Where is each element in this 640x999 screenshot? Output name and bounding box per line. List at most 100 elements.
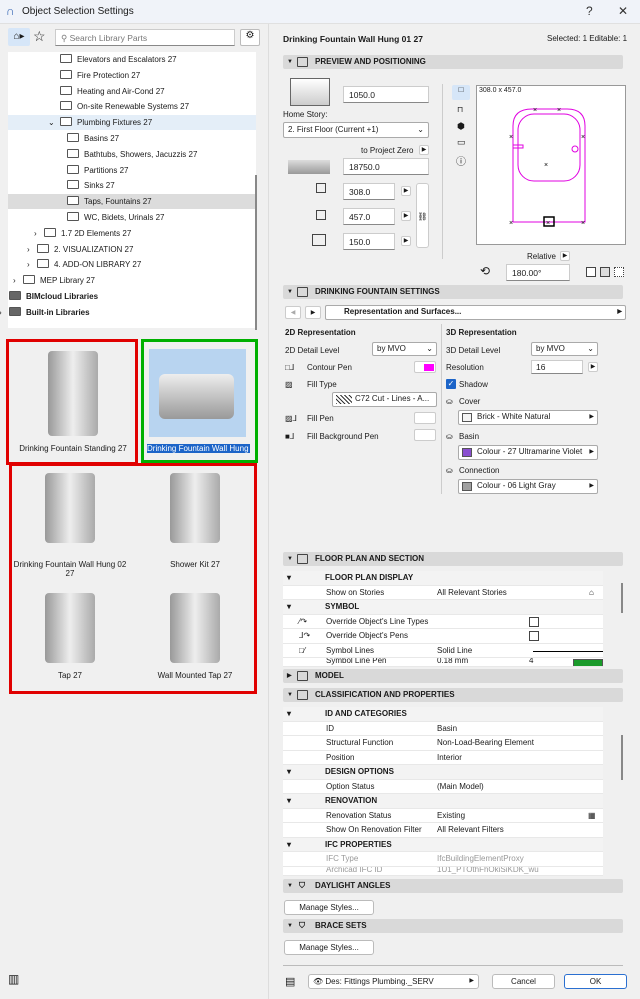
tree-item[interactable]: Heating and Air-Cond 27 [8,84,256,99]
tree-item[interactable]: Basins 27 [8,131,256,146]
help-button[interactable]: ? [586,4,593,18]
group-renovation[interactable]: ▾ RENOVATION [283,794,603,809]
row-override-pens[interactable]: ⅃↷ Override Object's Pens [283,629,603,644]
preview-section-header[interactable]: ▼ PREVIEW AND POSITIONING [283,55,623,69]
floor-plan-section-header[interactable]: ▼ FLOOR PLAN AND SECTION [283,552,623,566]
property-row[interactable]: Position Interior [283,750,603,765]
row-renovation-status[interactable]: Renovation Status Existing ▦ [283,808,603,823]
thumbnail-item[interactable]: Drinking Fountain Wall Hung 01 27 [143,341,258,463]
model-section-header[interactable]: ▶ MODEL [283,669,623,683]
favorites-star-icon[interactable]: ☆ [33,28,46,45]
width-arrow-button[interactable]: ▶ [401,186,411,196]
row-ifc-type[interactable]: IFC Type IfcBuildingElementProxy [283,852,603,867]
tree-item[interactable]: Taps, Fountains 27 [8,194,256,210]
row-symbol-line-pen[interactable]: Symbol Line Pen 0.18 mm 4 [283,658,603,667]
elevation-view-icon[interactable]: ▭ [457,137,466,148]
depth-input[interactable]: 457.0 [343,208,395,225]
symbol-pen-swatch[interactable] [573,659,603,666]
width-input[interactable]: 308.0 [343,183,395,200]
panel-divider[interactable] [268,24,269,999]
shadow-checkbox[interactable]: ✓ [446,379,456,389]
tree-item[interactable]: Elevators and Escalators 27 [8,52,256,67]
preview-canvas[interactable]: 308.0 x 457.0 × × × × × × × × [476,85,626,245]
close-button[interactable]: ✕ [618,4,628,18]
group-design-options[interactable]: ▾ DESIGN OPTIONS [283,765,603,780]
thumbnail-item[interactable]: Drinking Fountain Wall Hung 02 27 [10,465,130,585]
contour-pen-swatch[interactable] [414,361,436,373]
thumbnail-item[interactable]: Drinking Fountain Standing 27 [8,341,138,465]
height-input[interactable]: 150.0 [343,233,395,250]
basin-surface-dropdown[interactable]: Colour - 27 Ultramarine Violet ▶ [458,445,598,460]
group-symbol[interactable]: ▾ SYMBOL [283,600,603,615]
tree-item[interactable]: Bathtubs, Showers, Jacuzzis 27 [8,147,256,162]
detail3d-dropdown[interactable]: by MVO ⌄ [531,342,598,356]
property-row[interactable]: Structural Function Non-Load-Bearing Elem… [283,736,603,751]
search-input[interactable]: ⚲ Search Library Parts [55,29,235,46]
project-zero-arrow-button[interactable]: ▶ [419,145,429,155]
cancel-button[interactable]: Cancel [492,974,555,989]
angle-input[interactable]: 180.00° [506,264,570,281]
floorplan-scrollbar[interactable] [621,583,623,613]
tree-item[interactable]: › 1.7 2D Elements 27 [8,226,256,241]
prev-page-button[interactable]: ◀ [285,306,301,319]
depth-arrow-button[interactable]: ▶ [401,211,411,221]
group-id-categories[interactable]: ▾ ID AND CATEGORIES [283,707,603,722]
resolution-input[interactable]: 16 [531,360,583,374]
daylight-section-header[interactable]: ▼ ⛉ DAYLIGHT ANGLES [283,879,623,893]
override-lines-checkbox[interactable] [529,616,539,627]
library-manager-icon[interactable]: ▥ [8,972,19,986]
tree-item[interactable]: BIMcloud Libraries [8,289,256,304]
group-ifc-properties[interactable]: ▾ IFC PROPERTIES [283,837,603,852]
thumbnail-item[interactable]: Wall Mounted Tap 27 [135,585,255,690]
project-zero-input[interactable]: 18750.0 [343,158,429,175]
library-view-button[interactable]: ⌂▸ [8,28,30,46]
row-show-on-stories[interactable]: Show on Stories All Relevant Stories ⌂ [283,585,603,600]
plan-view-button[interactable]: □ [452,85,470,100]
classification-scrollbar[interactable] [621,735,623,780]
brace-section-header[interactable]: ▼ ⛉ BRACE SETS [283,919,623,933]
layer-dropdown[interactable]: 👁 Des: Fittings Plumbing._SERV ▶ [308,974,479,989]
group-floor-plan-display[interactable]: ▾ FLOOR PLAN DISPLAY [283,571,603,586]
tree-item[interactable]: › 4. ADD-ON LIBRARY 27 [8,257,256,272]
row-renovation-filter[interactable]: Show On Renovation Filter All Relevant Fi… [283,823,603,838]
connection-surface-dropdown[interactable]: Colour - 06 Light Gray ▶ [458,479,598,494]
fill-type-dropdown[interactable]: C72 Cut - Lines - A... [332,392,437,407]
tree-scrollbar[interactable] [255,175,257,330]
override-pens-checkbox[interactable] [529,631,539,641]
elevation-input[interactable]: 1050.0 [343,86,429,103]
page-selector-dropdown[interactable]: Representation and Surfaces... ▶ [325,305,626,320]
daylight-manage-styles-button[interactable]: Manage Styles... [284,900,374,915]
tree-item[interactable]: Sinks 27 [8,178,256,193]
tree-item[interactable]: On-site Renewable Systems 27 [8,99,256,114]
ok-button[interactable]: OK [564,974,627,989]
cover-surface-dropdown[interactable]: Brick - White Natural ▶ [458,410,598,425]
link-chain-toggle[interactable]: ⛓ [416,183,429,248]
fountain-settings-header[interactable]: ▼ DRINKING FOUNTAIN SETTINGS [283,285,623,299]
tree-item[interactable]: › 2. VISUALIZATION 27 [8,242,256,257]
info-icon[interactable]: ⓘ [456,153,466,168]
settings-gear-button[interactable]: ⚙ [240,29,260,46]
mirror-checkbox[interactable] [586,267,596,277]
anchor-point-button[interactable] [600,267,610,277]
anchor-point-alt-button[interactable] [614,267,624,277]
section-view-icon[interactable]: ⊓ [457,105,463,114]
tree-item[interactable]: Partitions 27 [8,163,256,178]
3d-view-icon[interactable]: ⬢ [457,121,465,132]
tree-item[interactable]: ⌄ Plumbing Fixtures 27 [8,115,256,131]
tree-item[interactable]: WC, Bidets, Urinals 27 [8,210,256,225]
thumbnail-item[interactable]: Tap 27 [10,585,130,690]
row-option-status[interactable]: Option Status (Main Model) [283,779,603,794]
classification-section-header[interactable]: ▼ CLASSIFICATION AND PROPERTIES [283,688,623,702]
tree-item[interactable]: ›Built-in Libraries [0,305,256,320]
next-page-button[interactable]: ▶ [305,306,321,319]
row-ifc-id[interactable]: Archicad IFC ID 1U1_PTOthFhOkiSiKDK_wu [283,866,603,876]
property-row[interactable]: ID Basin [283,721,603,736]
fill-pen-swatch[interactable] [414,412,436,424]
relative-arrow-button[interactable]: ▶ [560,251,570,261]
brace-manage-styles-button[interactable]: Manage Styles... [284,940,374,955]
tree-item[interactable]: › MEP Library 27 [8,273,256,288]
row-override-line-types[interactable]: ⁄↷ Override Object's Line Types [283,614,603,629]
detail2d-dropdown[interactable]: by MVO ⌄ [372,342,437,356]
home-story-dropdown[interactable]: 2. First Floor (Current +1) ⌄ [283,122,429,138]
row-symbol-lines[interactable]: □⁄ Symbol Lines Solid Line [283,643,603,658]
